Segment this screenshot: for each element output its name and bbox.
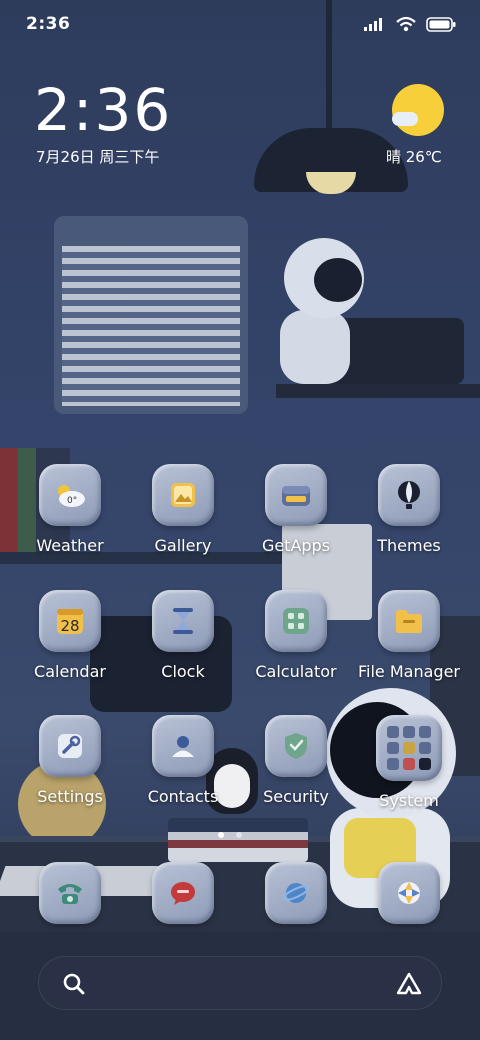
app-label: Contacts: [147, 787, 219, 806]
page-indicator[interactable]: [218, 832, 242, 838]
app-label: Calendar: [34, 662, 106, 681]
signal-icon: [364, 18, 382, 31]
picture-glyph: [171, 483, 195, 507]
assistant-icon[interactable]: [395, 971, 423, 997]
app-label: Weather: [36, 536, 104, 555]
calendar-icon[interactable]: 28: [39, 590, 101, 652]
clock-widget-time[interactable]: 2:36: [34, 78, 172, 142]
small-cloud-icon: [392, 112, 418, 126]
folder-preview-grid: [387, 726, 431, 770]
app-clock[interactable]: Clock: [133, 590, 233, 700]
small-astronaut-visor: [314, 258, 362, 302]
security-icon[interactable]: [265, 715, 327, 777]
contacts-icon[interactable]: [152, 715, 214, 777]
phone-icon[interactable]: [39, 862, 101, 924]
calculator-icon[interactable]: [265, 590, 327, 652]
status-time: 2:36: [26, 14, 71, 34]
weather-badge: 0°: [67, 496, 77, 506]
app-label: Calculator: [255, 662, 337, 681]
calculator-glyph: [283, 608, 309, 634]
calendar-day: 28: [60, 617, 79, 635]
shield-glyph: [285, 733, 307, 759]
page-dot[interactable]: [236, 832, 242, 838]
planet-glyph: [282, 883, 310, 903]
store-glyph: [282, 486, 310, 506]
app-calculator[interactable]: Calculator: [246, 590, 346, 700]
gallery-icon[interactable]: [152, 464, 214, 526]
status-bar: 2:36: [0, 0, 480, 50]
phone-glyph: [58, 884, 82, 904]
app-weather[interactable]: 0° Weather: [20, 464, 120, 574]
settings-icon[interactable]: [39, 715, 101, 777]
camera-icon[interactable]: [378, 862, 440, 924]
cloud-sun-glyph: 0°: [58, 485, 85, 507]
wrench-glyph: [58, 734, 82, 758]
system-folder-icon[interactable]: [376, 715, 442, 781]
weather-icon[interactable]: 0°: [39, 464, 101, 526]
app-label: Themes: [377, 536, 441, 555]
app-label: Clock: [161, 662, 205, 681]
app-label: System: [379, 791, 439, 810]
aperture-glyph: [398, 882, 420, 904]
status-icons: [364, 16, 456, 32]
app-label: Gallery: [154, 536, 212, 555]
battery-icon: [426, 16, 456, 32]
balloon-glyph: [398, 481, 420, 509]
sunny-weather-icon[interactable]: [392, 84, 444, 136]
app-system-folder[interactable]: System: [359, 715, 459, 825]
folder-glyph: [396, 610, 422, 633]
clock-widget-date: 7月26日 周三下午: [36, 148, 160, 166]
calendar-glyph: 28: [57, 609, 83, 635]
app-gallery[interactable]: Gallery: [133, 464, 233, 574]
app-label: Settings: [37, 787, 103, 806]
app-getapps[interactable]: GetApps: [246, 464, 346, 574]
app-security[interactable]: Security: [246, 715, 346, 825]
chat-bubble-glyph: [171, 882, 195, 905]
search-icon[interactable]: [61, 971, 87, 997]
wifi-icon: [396, 16, 416, 32]
hourglass-glyph: [173, 608, 193, 634]
app-file-manager[interactable]: File Manager: [358, 590, 460, 700]
app-label: File Manager: [358, 662, 460, 681]
weather-widget-text[interactable]: 晴 26℃: [386, 146, 442, 167]
wall-shelf: [276, 384, 480, 398]
app-calendar[interactable]: 28 Calendar: [20, 590, 120, 700]
app-contacts[interactable]: Contacts: [133, 715, 233, 825]
person-glyph: [172, 736, 194, 757]
getapps-icon[interactable]: [265, 464, 327, 526]
app-settings[interactable]: Settings: [20, 715, 120, 825]
app-label: GetApps: [261, 536, 331, 555]
page-dot-active[interactable]: [218, 832, 224, 838]
small-astronaut-body: [280, 310, 350, 384]
clock-icon[interactable]: [152, 590, 214, 652]
browser-icon[interactable]: [265, 862, 327, 924]
themes-icon[interactable]: [378, 464, 440, 526]
file-manager-icon[interactable]: [378, 590, 440, 652]
app-label: Security: [263, 787, 329, 806]
messages-icon[interactable]: [152, 862, 214, 924]
window-blinds: [62, 246, 240, 406]
app-themes[interactable]: Themes: [359, 464, 459, 574]
search-bar[interactable]: [38, 956, 442, 1010]
